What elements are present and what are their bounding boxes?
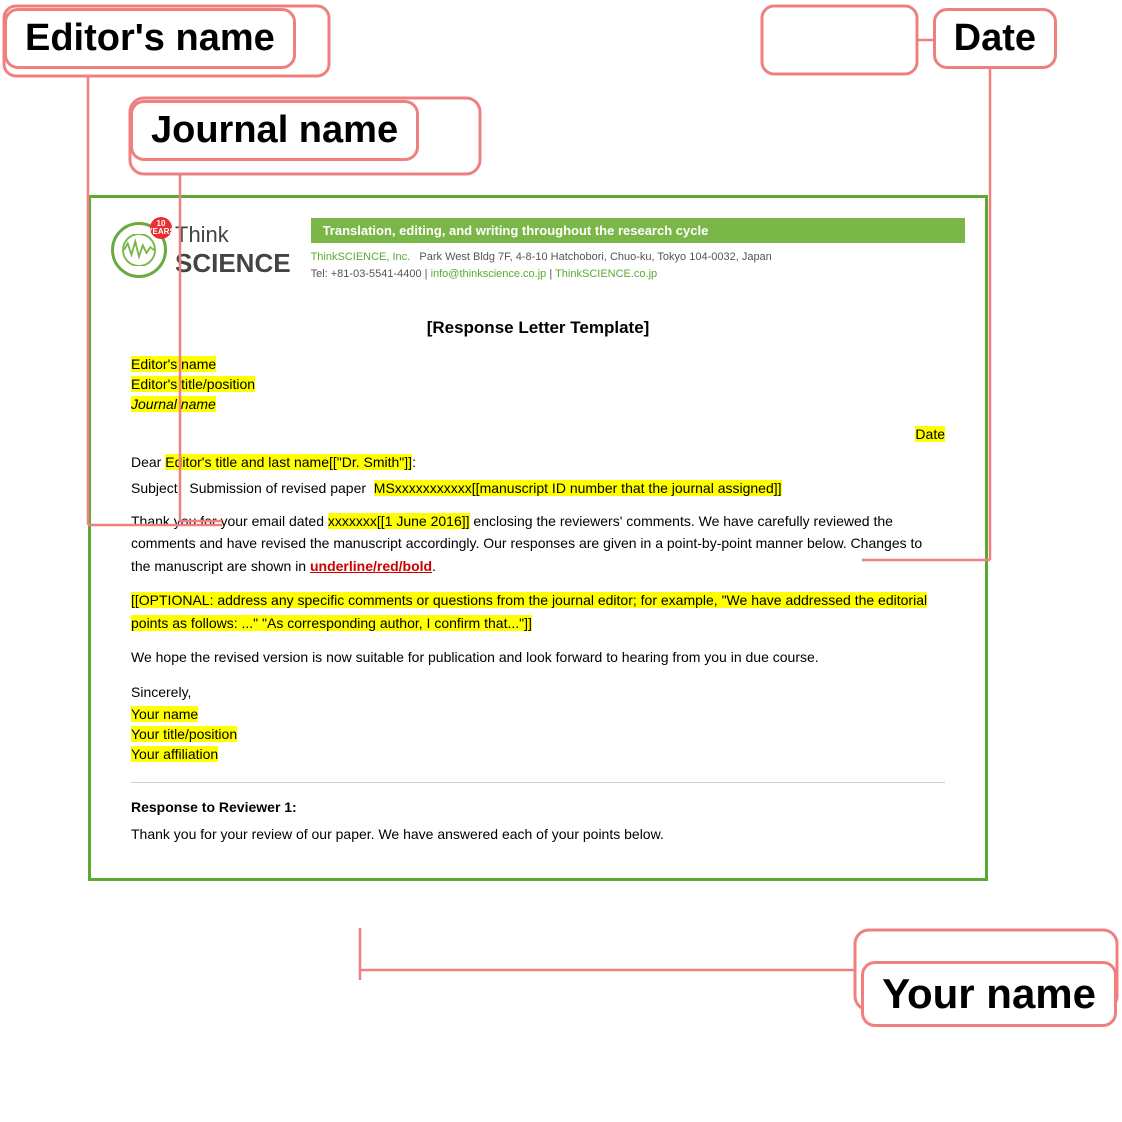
changes-format: underline/red/bold: [310, 558, 432, 574]
response-section: Response to Reviewer 1: Thank you for yo…: [131, 782, 945, 845]
header-right: Translation, editing, and writing throug…: [311, 218, 965, 282]
logo-badge: 10 YEARS: [150, 217, 172, 239]
letter-body: [Response Letter Template] Editor's name…: [91, 292, 985, 878]
your-name-annotation: Your name: [861, 961, 1117, 1027]
logo-science-text: SCIENCE: [175, 248, 291, 279]
optional-para: [[OPTIONAL: address any specific comment…: [131, 589, 945, 634]
address-text: Park West Bldg 7F, 4-8-10 Hatchobori, Ch…: [419, 251, 771, 263]
editors-name-field: Editor's name: [131, 356, 945, 372]
subject-prefix: Subject: Submission of revised paper: [131, 480, 374, 496]
dear-line: Dear Editor's title and last name[["Dr. …: [131, 454, 945, 470]
logo-text: Think SCIENCE: [175, 222, 291, 279]
journal-name-field: Journal name: [131, 396, 945, 412]
your-name-field: Your name: [131, 706, 945, 722]
logo-icon: 10 YEARS: [111, 222, 167, 278]
editors-name-highlight: Editor's name: [131, 356, 216, 372]
header-tagline: Translation, editing, and writing throug…: [311, 218, 965, 243]
dear-highlight: Editor's title and last name[["Dr. Smith…: [165, 454, 412, 470]
company-name: ThinkSCIENCE, Inc.: [311, 251, 411, 263]
optional-highlight: [[OPTIONAL: address any specific comment…: [131, 592, 927, 630]
date-annotation: Date: [933, 8, 1057, 69]
editors-name-annotation: Editor's name: [4, 8, 296, 69]
tel-text: Tel: +81-03-5541-4400: [311, 268, 422, 280]
logo-years: YEARS: [147, 228, 175, 236]
sincerely-text: Sincerely,: [131, 684, 945, 700]
logo-think-text: Think: [175, 222, 291, 248]
your-name-highlight: Your name: [131, 706, 198, 722]
body-para-2: We hope the revised version is now suita…: [131, 646, 945, 668]
response-body: Thank you for your review of our paper. …: [131, 823, 945, 845]
date-highlight: Date: [915, 426, 945, 442]
editors-title-field: Editor's title/position: [131, 376, 945, 392]
journal-name-highlight: Journal name: [131, 396, 216, 412]
subject-line: Subject: Submission of revised paper MSx…: [131, 480, 945, 496]
website-text: ThinkSCIENCE.co.jp: [555, 268, 657, 280]
response-title: Response to Reviewer 1:: [131, 799, 945, 815]
email-text: info@thinkscience.co.jp: [431, 268, 547, 280]
your-affiliation-field: Your affiliation: [131, 746, 945, 762]
journal-name-annotation: Journal name: [130, 100, 419, 161]
your-title-highlight: Your title/position: [131, 726, 237, 742]
date-field: Date: [131, 426, 945, 442]
letter-title: [Response Letter Template]: [131, 318, 945, 338]
your-title-field: Your title/position: [131, 726, 945, 742]
date-ref-highlight: xxxxxxx[[1 June 2016]]: [328, 513, 470, 529]
body-para-1: Thank you for your email dated xxxxxxx[[…: [131, 510, 945, 577]
letter-container: 10 YEARS Think SCIENCE Translation, edit…: [88, 195, 988, 881]
logo-area: 10 YEARS Think SCIENCE: [111, 218, 291, 282]
editors-title-highlight: Editor's title/position: [131, 376, 255, 392]
subject-highlight: MSxxxxxxxxxxx[[manuscript ID number that…: [374, 480, 782, 496]
header-address: ThinkSCIENCE, Inc. Park West Bldg 7F, 4-…: [311, 249, 965, 282]
your-affiliation-highlight: Your affiliation: [131, 746, 218, 762]
letter-header: 10 YEARS Think SCIENCE Translation, edit…: [91, 198, 985, 292]
